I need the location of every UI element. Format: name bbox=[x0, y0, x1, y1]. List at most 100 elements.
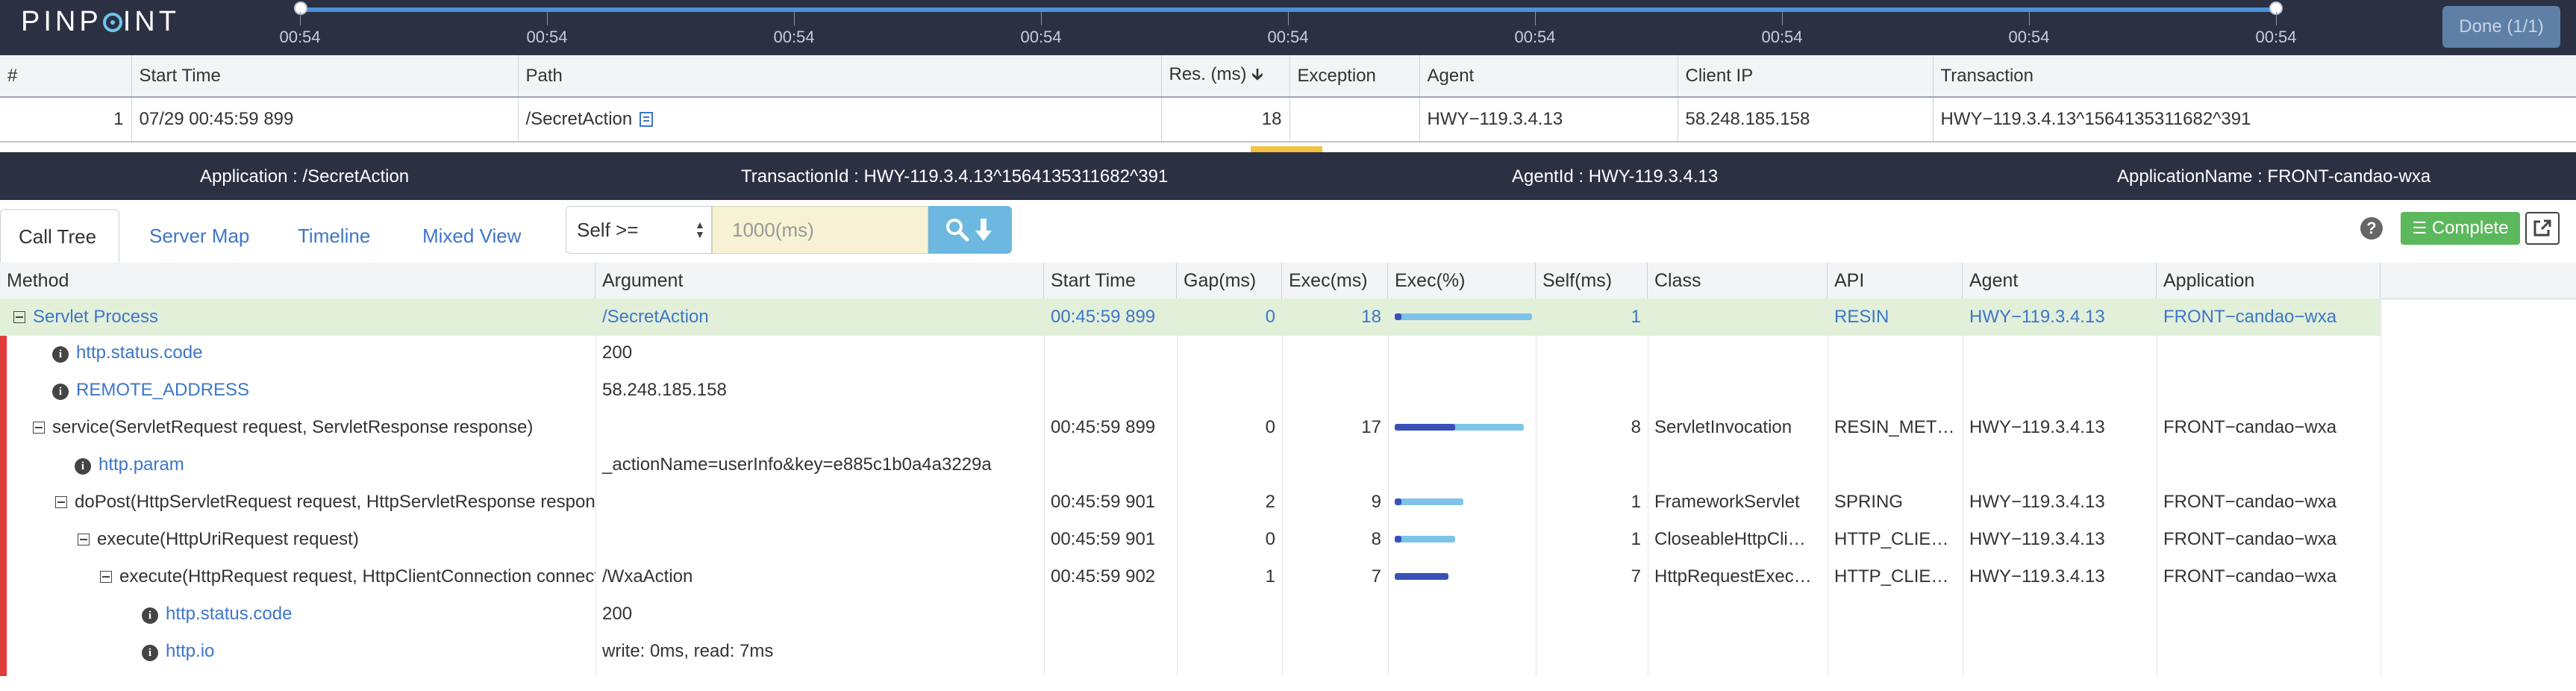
done-button[interactable]: Done (1/1) bbox=[2442, 6, 2560, 48]
info-application-name: ApplicationName : FRONT-candao-wxa bbox=[2117, 166, 2431, 187]
col-index[interactable]: # bbox=[0, 55, 132, 98]
tab-timeline[interactable]: Timeline bbox=[280, 209, 388, 263]
ct-exec: 18 bbox=[1361, 307, 1381, 327]
pinpoint-logo: PINP INT bbox=[21, 6, 180, 37]
call-tree-row[interactable]: service(ServletRequest request, ServletR… bbox=[0, 409, 2380, 446]
column-divider bbox=[2380, 298, 2381, 676]
col-start-time[interactable]: Start Time bbox=[131, 55, 519, 98]
ct-api bbox=[1828, 372, 1963, 409]
ct-exec-bar bbox=[1388, 334, 1536, 372]
timeline-tick bbox=[1535, 12, 1536, 25]
tx-transaction: HWY−119.3.4.13^1564135311682^391 bbox=[1933, 96, 2576, 143]
tx-start-time: 07/29 00:45:59 899 bbox=[131, 96, 519, 143]
call-tree-row[interactable]: execute(HttpRequest request, HttpClientC… bbox=[0, 558, 2380, 595]
exec-percent-bar bbox=[1395, 313, 1532, 320]
ct-agent bbox=[1963, 633, 2157, 670]
ct-col-start-time[interactable]: Start Time bbox=[1044, 263, 1177, 298]
call-tree-row[interactable]: i REMOTE_ADDRESS 58.248.185.158 bbox=[0, 372, 2380, 409]
search-next-button[interactable] bbox=[928, 206, 1012, 254]
timeline-tick-label: 00:54 bbox=[1761, 28, 1803, 46]
call-tree-row[interactable]: i http.param _actionName=userInfo&key=e885… bbox=[0, 446, 2380, 484]
list-icon: ☰ bbox=[2412, 219, 2427, 237]
ct-method: doPost(HttpServletRequest request, HttpS… bbox=[75, 492, 595, 512]
document-icon[interactable] bbox=[640, 112, 654, 127]
ct-class: CloseableHttpCli… bbox=[1654, 529, 1806, 549]
ct-col-self[interactable]: Self(ms) bbox=[1536, 263, 1648, 298]
ct-col-gap[interactable]: Gap(ms) bbox=[1177, 263, 1282, 298]
call-tree-row[interactable]: execute(HttpUriRequest request) 00:45:59 … bbox=[0, 521, 2380, 558]
tx-agent: HWY−119.3.4.13 bbox=[1419, 96, 1678, 143]
open-external-button[interactable] bbox=[2525, 212, 2560, 245]
collapse-toggle-icon[interactable] bbox=[55, 496, 67, 508]
timeline-tick bbox=[1288, 12, 1289, 25]
ct-agent: HWY−119.3.4.13 bbox=[1969, 529, 2105, 549]
threshold-input[interactable]: 1000(ms) bbox=[712, 206, 928, 254]
ct-col-agent[interactable]: Agent bbox=[1963, 263, 2157, 298]
col-path[interactable]: Path bbox=[518, 55, 1162, 98]
ct-api: RESIN bbox=[1834, 307, 1889, 327]
ct-application: FRONT−candao−wxa bbox=[2163, 529, 2337, 549]
collapse-toggle-icon[interactable] bbox=[100, 571, 112, 583]
col-client-ip[interactable]: Client IP bbox=[1678, 55, 1933, 98]
ct-col-exec-pct[interactable]: Exec(%) bbox=[1388, 263, 1536, 298]
tab-mixed-view[interactable]: Mixed View bbox=[404, 209, 539, 263]
collapse-toggle-icon[interactable] bbox=[33, 422, 45, 434]
ct-col-argument[interactable]: Argument bbox=[595, 263, 1044, 298]
ct-col-exec[interactable]: Exec(ms) bbox=[1282, 263, 1388, 298]
range-start-handle[interactable] bbox=[294, 1, 307, 15]
ct-col-method[interactable]: Method bbox=[0, 263, 595, 298]
tab-server-map[interactable]: Server Map bbox=[131, 209, 267, 263]
call-tree-row[interactable]: Servlet Process/SecretAction 00:45:59 899… bbox=[0, 298, 2380, 336]
ct-application: FRONT−candao−wxa bbox=[2163, 492, 2337, 512]
ct-agent bbox=[1963, 446, 2157, 484]
ct-exec bbox=[1282, 334, 1388, 372]
complete-button[interactable]: ☰ Complete bbox=[2401, 212, 2520, 245]
collapse-toggle-icon[interactable] bbox=[78, 534, 90, 545]
ct-exec bbox=[1282, 446, 1388, 484]
info-icon: i bbox=[142, 645, 158, 661]
info-transaction-id: TransactionId : HWY-119.3.4.13^156413531… bbox=[741, 166, 1169, 187]
ct-col-application[interactable]: Application bbox=[2157, 263, 2380, 298]
ct-class: FrameworkServlet bbox=[1654, 492, 1800, 512]
splitter-handle[interactable] bbox=[1251, 146, 1322, 152]
col-agent[interactable]: Agent bbox=[1419, 55, 1678, 98]
ct-self: 1 bbox=[1631, 307, 1641, 327]
help-icon[interactable]: ? bbox=[2360, 217, 2383, 240]
ct-agent bbox=[1963, 372, 2157, 409]
ct-exec bbox=[1282, 595, 1388, 633]
transaction-row[interactable]: 1 07/29 00:45:59 899 /SecretAction 18 HW… bbox=[0, 96, 2576, 143]
transaction-list-table: # Start Time Path Res. (ms) 🡳 Exception … bbox=[0, 55, 2576, 143]
col-transaction[interactable]: Transaction bbox=[1933, 55, 2576, 98]
ct-start-time bbox=[1044, 446, 1177, 484]
ct-gap: 0 bbox=[1265, 417, 1275, 437]
ct-method-cell: i http.status.code bbox=[0, 334, 595, 372]
ct-method: execute(HttpRequest request, HttpClientC… bbox=[119, 566, 595, 587]
timeline-tick bbox=[1782, 12, 1783, 25]
self-percent-bar bbox=[1395, 313, 1401, 320]
timeline-tick-label: 00:54 bbox=[1514, 28, 1556, 46]
ct-gap bbox=[1177, 372, 1282, 409]
ct-method-cell: doPost(HttpServletRequest request, HttpS… bbox=[0, 484, 595, 521]
collapse-toggle-icon[interactable] bbox=[13, 311, 25, 323]
col-res[interactable]: Res. (ms) 🡳 bbox=[1161, 55, 1290, 98]
ct-application: FRONT−candao−wxa bbox=[2163, 417, 2337, 437]
ct-argument: _actionName=userInfo&key=e885c1b0a4a3229… bbox=[602, 454, 992, 475]
ct-col-api[interactable]: API bbox=[1828, 263, 1963, 298]
info-agent-id: AgentId : HWY-119.3.4.13 bbox=[1512, 166, 1719, 187]
call-tree-row[interactable]: i http.io write: 0ms, read: 7ms bbox=[0, 633, 2380, 670]
call-tree-row[interactable]: doPost(HttpServletRequest request, HttpS… bbox=[0, 484, 2380, 521]
timeline-tick-label: 00:54 bbox=[279, 28, 321, 46]
call-tree-grid: Servlet Process/SecretAction 00:45:59 899… bbox=[0, 298, 2576, 676]
exec-percent-bar bbox=[1395, 536, 1455, 543]
self-filter-select[interactable]: Self >= ▲ ▼ bbox=[566, 206, 712, 254]
tab-call-tree[interactable]: Call Tree bbox=[0, 209, 119, 263]
call-tree-row[interactable]: i http.status.code 200 bbox=[0, 334, 2380, 372]
col-exception[interactable]: Exception bbox=[1289, 55, 1420, 98]
ct-exec-bar bbox=[1388, 298, 1536, 336]
ct-exec-bar bbox=[1388, 521, 1536, 558]
ct-exec-bar bbox=[1388, 446, 1536, 484]
ct-col-class[interactable]: Class bbox=[1648, 263, 1828, 298]
ct-agent: HWY−119.3.4.13 bbox=[1969, 307, 2105, 327]
tx-path-cell: /SecretAction bbox=[518, 96, 1162, 143]
call-tree-row[interactable]: i http.status.code 200 bbox=[0, 595, 2380, 633]
